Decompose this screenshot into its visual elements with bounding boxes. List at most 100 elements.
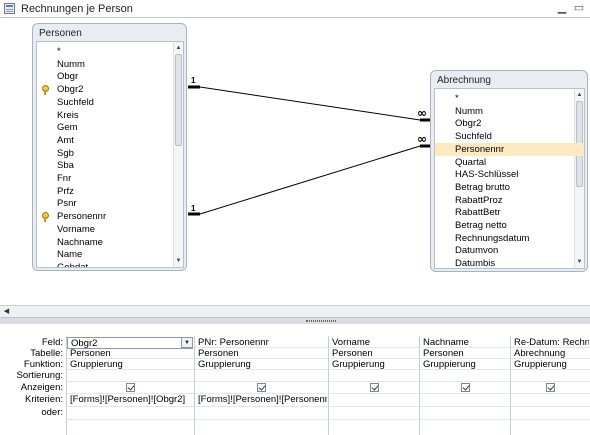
table-personen-field-name: Obgr [57,71,79,83]
show-checkbox[interactable] [460,383,470,392]
qbe-cell-tabelle[interactable]: Abrechnung [511,348,589,359]
qbe-cell-kriterien[interactable] [329,394,418,405]
table-personen-field-row[interactable]: Psnr [37,197,183,210]
table-abrechnung-field-row[interactable]: Rechnungsdatum [435,232,584,245]
qbe-row-label: Sortierung: [16,370,63,381]
table-abrechnung-field-name: HAS-Schlüssel [455,169,519,181]
table-abrechnung-field-list[interactable]: ▲ ▼ * Numm Obgr2 Suchfeld Personennr Quartal H… [434,88,585,269]
table-abrechnung-field-row[interactable]: * [435,92,584,105]
table-personen-field-row[interactable]: Fnr [37,172,183,185]
qbe-cell-oder[interactable] [67,407,193,418]
qbe-cell-kriterien[interactable] [420,394,509,405]
query-design-area[interactable]: 1 ∞ 1 ∞ Personen ▲ ▼ * Numm Obgr Obgr2 Suchf… [0,19,590,305]
table-abrechnung-field-row[interactable]: Quartal [435,156,584,169]
table-abrechnung-field-name: RabattProz [455,194,503,206]
qbe-cell-kriterien[interactable]: [Forms]![Personen]![Obgr2] [67,394,193,405]
table-abrechnung-field-row[interactable]: Datumvon [435,244,584,257]
show-checkbox[interactable] [126,383,135,392]
table-abrechnung-field-row[interactable]: Numm [435,105,584,118]
table-abrechnung-field-name: Betrag brutto [455,181,510,193]
qbe-cell-kriterien[interactable]: [Forms]![Personen]![Personennr] [195,394,327,405]
table-personen-field-list[interactable]: ▲ ▼ * Numm Obgr Obgr2 Suchfeld Kreis Gem Amt Sgb… [36,41,184,268]
qbe-cell-funktion[interactable]: Gruppierung [195,359,327,370]
table-abrechnung-field-name: RabattBetr [455,207,501,219]
table-abrechnung-field-row[interactable]: RabattBetr [435,206,584,219]
table-abrechnung-title[interactable]: Abrechnung [437,75,491,86]
qbe-cell-oder[interactable] [329,407,418,418]
qbe-cell-tabelle[interactable]: Personen [420,348,509,359]
design-area-horizontal-scrollbar[interactable]: ◀ [0,305,590,317]
table-personen-field-name: Gebdat [57,261,89,268]
table-abrechnung-field-row[interactable]: RabattProz [435,194,584,207]
dropdown-arrow-icon[interactable]: ▼ [181,337,193,348]
qbe-row-label: Tabelle: [30,348,63,359]
qbe-cell-tabelle[interactable]: Personen [67,348,193,359]
table-personen-field-row[interactable]: Personennr [37,210,183,223]
qbe-grid[interactable]: Feld: Tabelle: Funktion: Sortierung: Anzeige… [0,324,590,435]
minimize-icon[interactable]: ▁ [555,2,569,15]
table-personen-field-row[interactable]: * [37,45,183,58]
qbe-cell-sortierung[interactable] [67,370,193,381]
table-personen-field-row[interactable]: Prfz [37,185,183,198]
show-checkbox[interactable] [546,383,555,392]
qbe-column[interactable]: Obgr2 Personen Gruppierung [Forms]![Persone… [66,336,194,435]
qbe-cell-kriterien[interactable] [511,394,589,405]
qbe-cell-funktion[interactable]: Gruppierung [329,359,418,370]
qbe-column[interactable]: Vorname Personen Gruppierung [328,336,419,435]
table-abrechnung-field-row[interactable]: HAS-Schlüssel [435,168,584,181]
qbe-cell-sortierung[interactable] [195,370,327,381]
qbe-cell-oder[interactable] [195,407,327,418]
qbe-cell-tabelle[interactable]: Personen [329,348,418,359]
primary-key-icon [41,212,49,223]
table-personen-field-row[interactable]: Nachname [37,236,183,249]
qbe-cell-feld[interactable]: Re-Datum: Rechnu [511,337,589,348]
table-abrechnung-field-row[interactable]: Betrag brutto [435,181,584,194]
table-personen[interactable]: Personen ▲ ▼ * Numm Obgr Obgr2 Suchfeld Kreis… [32,23,187,271]
qbe-column[interactable]: Nachname Personen Gruppierung [419,336,510,435]
table-personen-field-name: * [57,46,61,57]
table-personen-field-row[interactable]: Amt [37,134,183,147]
maximize-icon[interactable]: ▭ [572,2,586,15]
qbe-cell-sortierung[interactable] [329,370,418,381]
table-abrechnung-field-row[interactable]: Betrag netto [435,219,584,232]
qbe-cell-feld[interactable]: Nachname [420,337,509,348]
qbe-cell-tabelle[interactable]: Personen [195,348,327,359]
table-personen-title[interactable]: Personen [39,28,82,39]
table-personen-field-row[interactable]: Numm [37,58,183,71]
table-personen-field-row[interactable]: Gem [37,121,183,134]
qbe-cell-oder[interactable] [511,407,589,418]
table-abrechnung-field-row[interactable]: Personennr [435,142,584,156]
table-personen-field-row[interactable]: Sba [37,159,183,172]
table-personen-field-row[interactable]: Obgr2 [37,83,183,96]
table-personen-field-name: Amt [57,134,74,146]
table-personen-field-row[interactable]: Obgr [37,70,183,83]
qbe-cell-funktion[interactable]: Gruppierung [67,359,193,370]
show-checkbox[interactable] [369,383,379,392]
qbe-cell-funktion[interactable]: Gruppierung [511,359,589,370]
table-personen-field-row[interactable]: Vorname [37,223,183,236]
table-abrechnung-field-row[interactable]: Suchfeld [435,130,584,143]
qbe-column[interactable]: PNr: Personennr Personen Gruppierung [Forms… [194,336,328,435]
table-abrechnung-field-row[interactable]: Datumbis [435,257,584,268]
splitter-grip[interactable] [306,320,336,322]
qbe-cell-funktion[interactable]: Gruppierung [420,359,509,370]
table-personen-field-name: Suchfeld [57,96,94,108]
qbe-cell-feld[interactable]: Vorname [329,337,418,348]
table-personen-field-row[interactable]: Suchfeld [37,96,183,109]
table-abrechnung-field-name: * [455,93,459,104]
show-checkbox[interactable] [257,383,266,392]
qbe-column[interactable]: Re-Datum: Rechnu Abrechnung Gruppierung [510,336,590,435]
table-personen-field-row[interactable]: Gebdat [37,261,183,268]
qbe-cell-oder[interactable] [420,407,509,418]
qbe-cell-feld[interactable]: PNr: Personennr [195,337,327,348]
qbe-cell-sortierung[interactable] [511,370,589,381]
table-abrechnung-field-row[interactable]: Obgr2 [435,117,584,130]
qbe-row-label: Kriterien: [24,394,63,405]
table-personen-field-row[interactable]: Sgb [37,147,183,160]
table-abrechnung[interactable]: Abrechnung ▲ ▼ * Numm Obgr2 Suchfeld Persone… [430,70,588,272]
table-personen-field-row[interactable]: Kreis [37,109,183,122]
scroll-left-arrow-icon[interactable]: ◀ [2,307,11,316]
pane-splitter[interactable] [0,317,590,324]
qbe-cell-sortierung[interactable] [420,370,509,381]
table-personen-field-row[interactable]: Name [37,248,183,261]
